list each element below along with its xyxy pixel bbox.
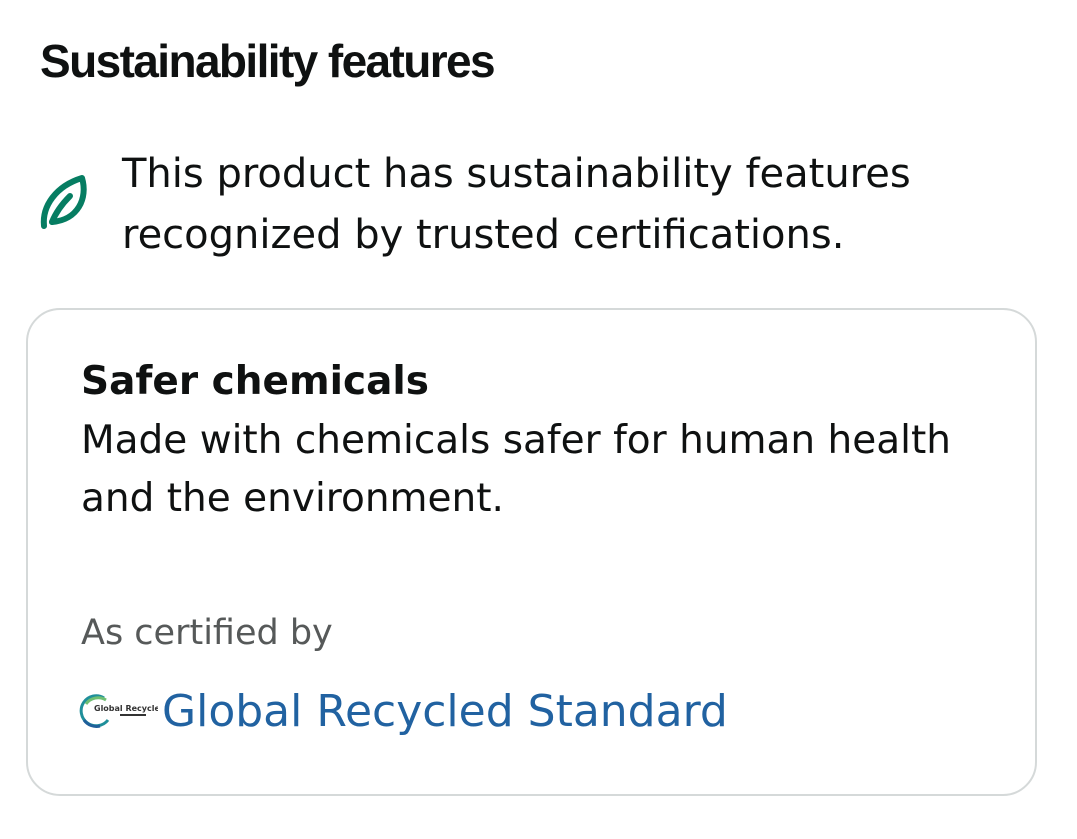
global-recycled-standard-logo: Global Recycled Standard [79, 694, 158, 728]
summary-text: This product has sustainability features… [122, 151, 911, 258]
logo-text: Global Recycled Standard [94, 704, 158, 713]
certified-by-label: As certified by [81, 613, 333, 653]
sustainability-summary: This product has sustainability features… [38, 144, 1038, 266]
safer-chemicals-card: Safer chemicals Made with chemicals safe… [26, 308, 1037, 796]
card-title: Safer chemicals [81, 359, 429, 404]
section-title: Sustainability features [40, 35, 496, 87]
card-description: Made with chemicals safer for human heal… [81, 418, 951, 521]
global-recycled-standard-link[interactable]: Global Recycled Standard [162, 682, 728, 742]
leaf-icon [40, 175, 87, 229]
certification-row[interactable]: Global Recycled Standard Global Recycled… [78, 682, 728, 742]
